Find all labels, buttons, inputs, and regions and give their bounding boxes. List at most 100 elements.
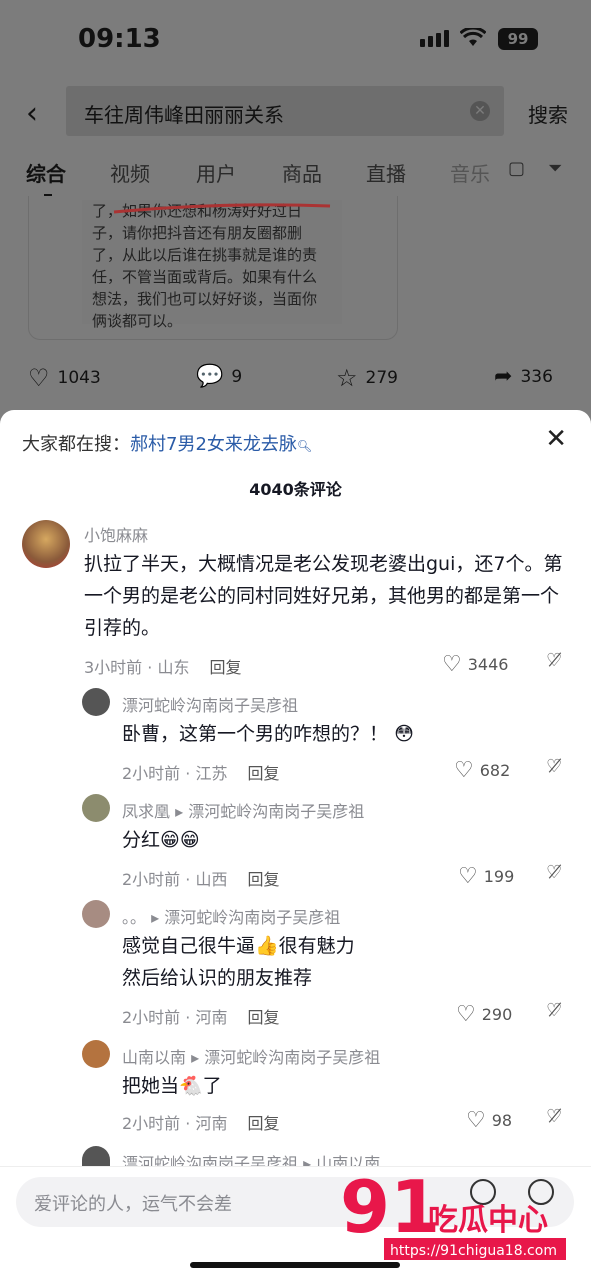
reply-button[interactable]: 回复 xyxy=(247,1008,279,1027)
signal-icon xyxy=(420,30,449,47)
grin-emoji-icon: 😁😁 xyxy=(160,829,200,851)
battery-icon: 99 xyxy=(498,28,538,50)
comment-line: 感觉自己很牛逼👍很有魅力 xyxy=(122,935,355,957)
like-action[interactable]: ♡ 1043 xyxy=(28,364,101,392)
post-image-text: 了，如果你还想和杨涛好好过日 子，请你把抖音还有朋友圈都删 了，从此以后谁在挑事… xyxy=(82,200,342,330)
avatar[interactable] xyxy=(82,1146,110,1168)
avatar[interactable] xyxy=(82,1040,110,1068)
search-tabs: 综合 视频 用户 商品 直播 音乐 ▢ ⏷ xyxy=(0,158,591,197)
avatar[interactable] xyxy=(82,794,110,822)
back-arrow-icon[interactable]: ‹ xyxy=(26,96,38,131)
tab-user[interactable]: 用户 xyxy=(196,158,236,187)
search-input[interactable]: 车往周伟峰田丽丽关系 ✕ xyxy=(66,86,504,136)
comment-meta: 2小时前 · 河南 回复 xyxy=(122,1110,279,1134)
watermark-logo: 91 吃瓜中心 https://91chigua18.com xyxy=(340,1170,566,1260)
comment-like[interactable]: ♡ 290 xyxy=(456,1002,512,1027)
heart-icon: ♡ xyxy=(458,864,478,889)
reply-to-name[interactable]: 漂河蛇岭沟南岗子吴彦祖 xyxy=(204,1048,380,1067)
dislike-icon[interactable]: ♡̸ xyxy=(546,1000,562,1021)
commenter-name[interactable]: 小饱麻麻 xyxy=(84,522,148,546)
filter-icon[interactable]: ⏷ xyxy=(548,158,562,179)
favorite-action[interactable]: ☆ 279 xyxy=(336,364,398,392)
search-query: 车往周伟峰田丽丽关系 xyxy=(84,103,284,127)
avatar[interactable] xyxy=(82,900,110,928)
comment-like[interactable]: ♡ 3446 xyxy=(442,652,508,677)
post-line: 了，从此以后谁在挑事就是谁的责 xyxy=(92,246,318,264)
search-row: ‹ 车往周伟峰田丽丽关系 ✕ 搜索 xyxy=(0,86,591,138)
comment-time-location: 2小时前 · 山西 xyxy=(122,870,228,889)
tab-comprehensive[interactable]: 综合 xyxy=(26,158,66,197)
like-count: 1043 xyxy=(57,368,101,388)
heart-icon: ♡ xyxy=(442,652,462,677)
tab-product[interactable]: 商品 xyxy=(282,158,322,187)
close-icon[interactable]: ✕ xyxy=(545,424,567,454)
tab-video[interactable]: 视频 xyxy=(110,158,150,187)
reply-button[interactable]: 回复 xyxy=(247,764,279,783)
commenter-name-text[interactable]: 山南以南 xyxy=(122,1048,186,1067)
heart-icon: ♡ xyxy=(466,1108,486,1133)
comment-like[interactable]: ♡ 682 xyxy=(454,758,510,783)
hot-search-keyword[interactable]: 郝村7男2女来龙去脉 xyxy=(130,434,297,455)
like-count: 3446 xyxy=(467,655,509,674)
dislike-icon[interactable]: ♡̸ xyxy=(546,862,562,883)
share-icon: ➦ xyxy=(494,364,513,389)
comment-like[interactable]: ♡ 199 xyxy=(458,864,514,889)
home-indicator xyxy=(190,1262,400,1268)
star-icon: ☆ xyxy=(336,364,358,392)
avatar[interactable] xyxy=(82,688,110,716)
search-button[interactable]: 搜索 xyxy=(528,99,568,128)
like-count: 290 xyxy=(481,1005,513,1024)
comment-count-title: 4040条评论 xyxy=(249,480,342,499)
share-count: 336 xyxy=(520,366,553,387)
comment-text: 感觉自己很牛逼👍很有魅力 然后给认识的朋友推荐 xyxy=(122,930,355,994)
comment-time-location: 2小时前 · 江苏 xyxy=(122,764,228,783)
dislike-icon[interactable]: ♡̸ xyxy=(546,1106,562,1127)
wifi-icon xyxy=(460,28,486,46)
commenter-name-text[interactable]: 凤求凰 xyxy=(122,802,170,821)
heart-icon: ♡ xyxy=(28,364,50,392)
comment-like[interactable]: ♡ 98 xyxy=(466,1108,512,1133)
red-underline xyxy=(113,203,331,214)
commenter-name: 山南以南 ▸ 漂河蛇岭沟南岗子吴彦祖 xyxy=(122,1048,381,1067)
commenter-name: 。。 ▸ 漂河蛇岭沟南岗子吴彦祖 xyxy=(122,908,341,927)
commenter-name[interactable]: 漂河蛇岭沟南岗子吴彦祖 xyxy=(122,692,298,716)
reply-to-name[interactable]: 漂河蛇岭沟南岗子吴彦祖 xyxy=(164,908,340,927)
commenter-name-text[interactable]: 。。 xyxy=(122,908,146,927)
hot-search-label: 大家都在搜： xyxy=(22,434,130,455)
tab-live[interactable]: 直播 xyxy=(366,158,406,187)
comment-line: 然后给认识的朋友推荐 xyxy=(122,967,313,989)
post-line: 任，不管当面或背后。如果有什么 xyxy=(92,268,318,286)
hot-search[interactable]: 大家都在搜：郝村7男2女来龙去脉🔍︎ xyxy=(22,430,312,456)
dislike-icon[interactable]: ♡̸ xyxy=(546,756,562,777)
comment-text-content: 分红 xyxy=(122,829,161,851)
reply-button[interactable]: 回复 xyxy=(247,1114,279,1133)
watermark-chigua: 吃瓜中心 xyxy=(428,1203,548,1238)
post-line: 俩谈都可以。 xyxy=(92,312,183,330)
heart-icon: ♡ xyxy=(456,1002,476,1027)
comment-text: 扒拉了半天，大概情况是老公发现老婆出gui，还7个。第一个男的是老公的同村同姓好… xyxy=(84,553,563,639)
commenter-name: 凤求凰 ▸ 漂河蛇岭沟南岗子吴彦祖 xyxy=(122,802,365,821)
comment-text-content: 卧曹，这第一个男的咋想的？！ xyxy=(122,723,389,745)
comment-meta: 2小时前 · 河南 回复 xyxy=(122,1004,279,1028)
reply-to-name[interactable]: 漂河蛇岭沟南岗子吴彦祖 xyxy=(188,802,364,821)
comment-time-location: 3小时前 · 山东 xyxy=(84,658,190,677)
dislike-icon[interactable]: ♡̸ xyxy=(546,650,562,671)
avatar[interactable] xyxy=(22,520,70,568)
comment-input-placeholder: 爱评论的人，运气不会差 xyxy=(34,1194,232,1215)
like-count: 98 xyxy=(491,1111,513,1130)
clear-icon[interactable]: ✕ xyxy=(470,101,490,121)
post-line: 想法，我们也可以好好谈，当面你 xyxy=(92,290,318,308)
comment-action[interactable]: 💬 9 xyxy=(196,364,242,389)
like-count: 682 xyxy=(479,761,511,780)
tab-music[interactable]: 音乐 xyxy=(450,158,490,187)
comments-sheet: 大家都在搜：郝村7男2女来龙去脉🔍︎ ✕ 4040条评论 小饱麻麻 扒拉了半天，… xyxy=(0,410,591,1280)
comment-meta: 2小时前 · 山西 回复 xyxy=(122,866,279,890)
comment-text: 把她当🐔了 xyxy=(122,1075,222,1097)
reply-button[interactable]: 回复 xyxy=(247,870,279,889)
share-action[interactable]: ➦ 336 xyxy=(494,364,553,389)
layout-icon[interactable]: ▢ xyxy=(508,158,525,179)
comment-meta: 3小时前 · 山东 回复 xyxy=(84,654,241,678)
comment-icon: 💬 xyxy=(196,364,224,389)
comment-count: 9 xyxy=(231,366,243,387)
reply-button[interactable]: 回复 xyxy=(209,658,241,677)
